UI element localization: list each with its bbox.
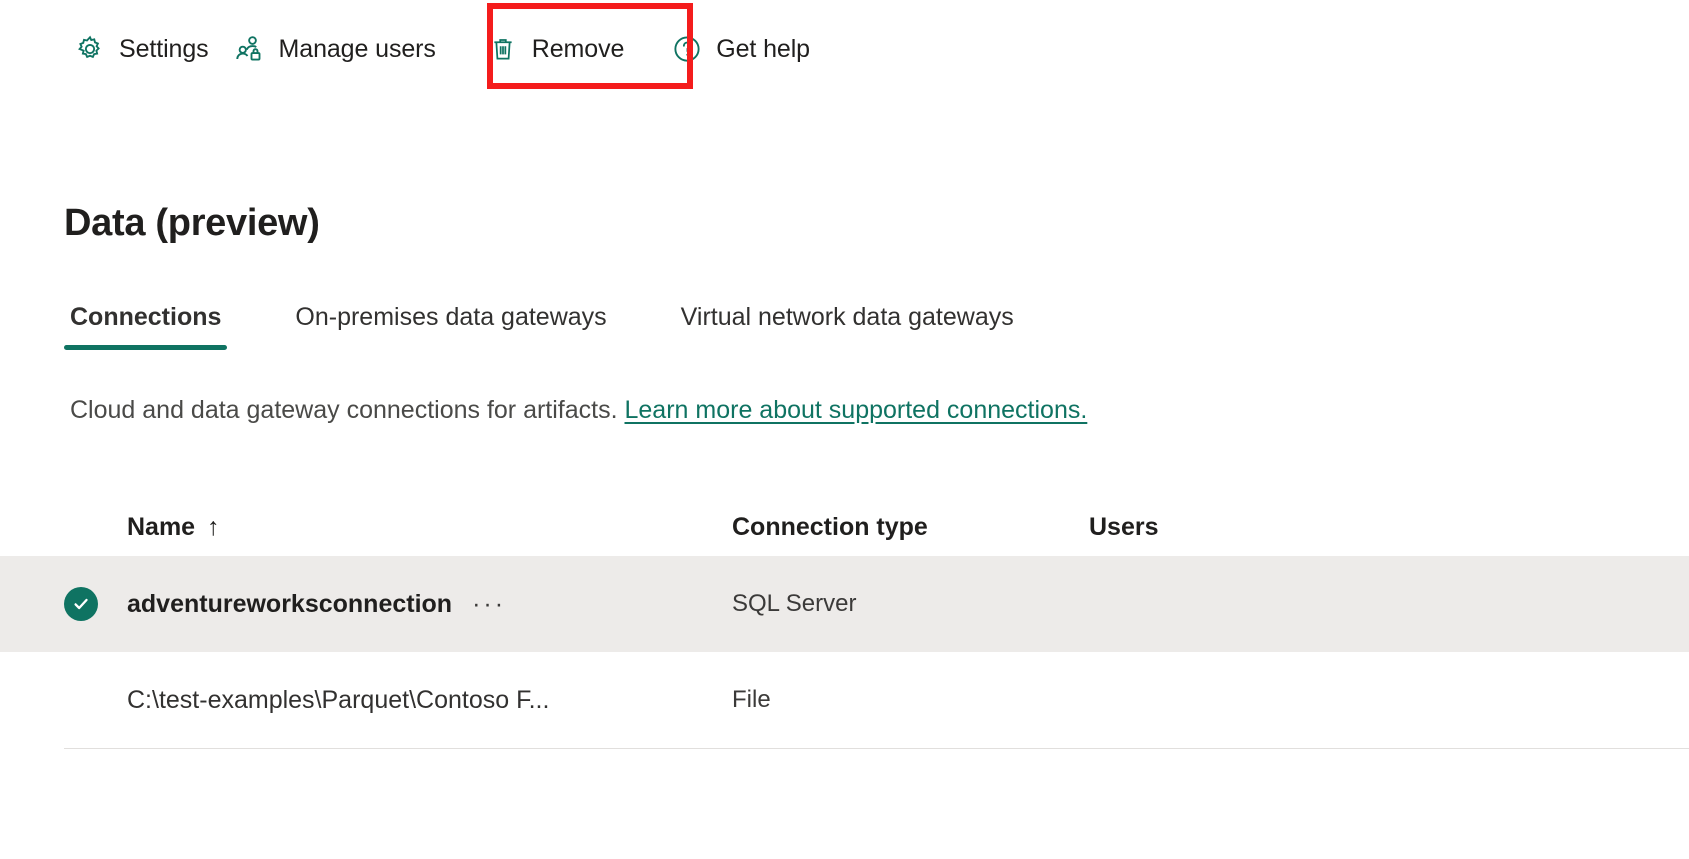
- remove-button[interactable]: Remove: [475, 24, 638, 74]
- manage-users-label: Manage users: [279, 35, 436, 64]
- row-name-cell: adventureworksconnection ···: [127, 590, 732, 619]
- header-name[interactable]: Name ↑: [127, 513, 732, 542]
- gear-icon: [75, 34, 105, 64]
- remove-label: Remove: [532, 35, 625, 64]
- tab-virtual-network-data-gateways-label: Virtual network data gateways: [681, 303, 1014, 331]
- sort-ascending-icon: ↑: [207, 515, 220, 540]
- table-header-row: Name ↑ Connection type Users: [0, 498, 1689, 556]
- subtitle: Cloud and data gateway connections for a…: [70, 396, 1087, 425]
- tab-connections-label: Connections: [70, 303, 221, 331]
- settings-label: Settings: [119, 35, 209, 64]
- tab-virtual-network-data-gateways[interactable]: Virtual network data gateways: [675, 303, 1020, 350]
- header-name-label: Name: [127, 513, 195, 542]
- table-row[interactable]: C:\test-examples\Parquet\Contoso F... Fi…: [0, 652, 1689, 748]
- checkmark-icon: [64, 587, 98, 621]
- row-connection-type: SQL Server: [732, 590, 1089, 618]
- row-connection-type: File: [732, 686, 1089, 714]
- row-selected-indicator[interactable]: [64, 587, 127, 621]
- tab-list: Connections On-premises data gateways Vi…: [64, 303, 1082, 350]
- row-name-cell: C:\test-examples\Parquet\Contoso F...: [127, 686, 732, 715]
- settings-button[interactable]: Settings: [62, 24, 222, 74]
- row-name-label: adventureworksconnection: [127, 590, 452, 619]
- learn-more-link[interactable]: Learn more about supported connections.: [625, 396, 1088, 424]
- row-divider: [64, 748, 1689, 749]
- header-connection-type[interactable]: Connection type: [732, 513, 1089, 542]
- people-lock-icon: [235, 34, 265, 64]
- tab-connections[interactable]: Connections: [64, 303, 227, 350]
- table-row[interactable]: adventureworksconnection ··· SQL Server: [0, 556, 1689, 652]
- subtitle-text: Cloud and data gateway connections for a…: [70, 396, 625, 424]
- question-circle-icon: [672, 34, 702, 64]
- command-bar: Settings Manage users Remove: [0, 0, 1689, 98]
- tab-on-premises-data-gateways[interactable]: On-premises data gateways: [289, 303, 612, 350]
- row-more-options-icon[interactable]: ···: [472, 592, 506, 617]
- page-title: Data (preview): [64, 202, 320, 245]
- tab-on-premises-data-gateways-label: On-premises data gateways: [295, 303, 606, 331]
- manage-users-button[interactable]: Manage users: [222, 24, 449, 74]
- connections-table: Name ↑ Connection type Users adventurewo…: [0, 498, 1689, 748]
- header-users[interactable]: Users: [1089, 513, 1389, 542]
- trash-icon: [488, 34, 518, 64]
- get-help-label: Get help: [716, 35, 810, 64]
- row-name-label: C:\test-examples\Parquet\Contoso F...: [127, 686, 549, 715]
- get-help-button[interactable]: Get help: [659, 24, 823, 74]
